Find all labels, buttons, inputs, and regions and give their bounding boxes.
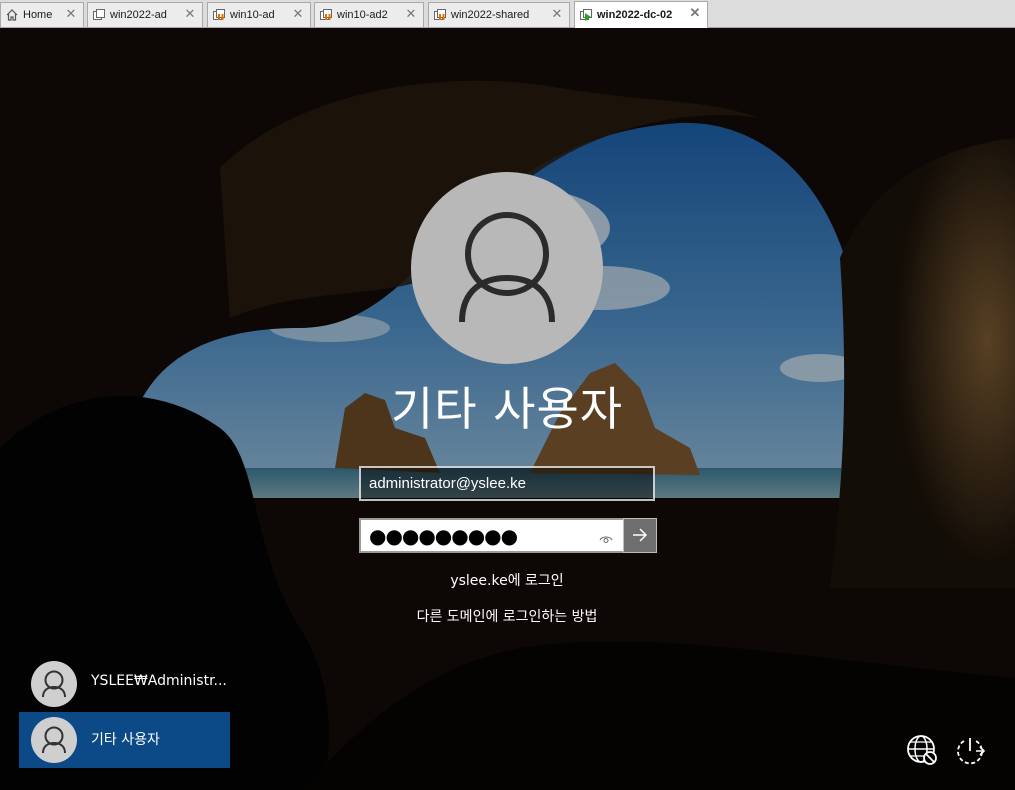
user-list-item-administrator[interactable]: YSLEE₩Administr... xyxy=(19,656,230,712)
tab-win2022-dc-02[interactable]: win2022-dc-02 ✕ xyxy=(574,1,708,28)
username-field[interactable]: administrator@yslee.ke xyxy=(359,466,655,501)
vm-running-icon xyxy=(579,8,593,22)
vm-paused-icon xyxy=(212,8,226,22)
network-disconnected-icon[interactable] xyxy=(906,734,938,766)
login-screen: 기타 사용자 administrator@yslee.ke ●●●●●●●●● … xyxy=(0,28,1015,790)
avatar xyxy=(31,661,77,707)
tab-win2022-ad[interactable]: win2022-ad ✕ xyxy=(87,2,203,27)
vm-icon xyxy=(92,8,106,22)
avatar xyxy=(31,717,77,763)
user-list-name: YSLEE₩Administr... xyxy=(91,673,227,689)
other-domain-link[interactable]: 다른 도메인에 로그인하는 방법 xyxy=(300,606,714,626)
submit-button[interactable] xyxy=(623,518,657,553)
power-icon[interactable] xyxy=(954,734,986,766)
close-icon[interactable]: ✕ xyxy=(184,7,196,20)
user-display-name: 기타 사용자 xyxy=(390,382,624,436)
close-icon[interactable]: ✕ xyxy=(292,7,304,20)
tab-win2022-shared[interactable]: win2022-shared ✕ xyxy=(428,2,570,27)
close-icon[interactable]: ✕ xyxy=(689,6,701,19)
user-avatar-large xyxy=(411,172,603,364)
eye-icon[interactable] xyxy=(599,530,613,543)
person-icon xyxy=(42,726,66,754)
close-icon[interactable]: ✕ xyxy=(405,7,417,20)
password-value: ●●●●●●●●● xyxy=(369,524,518,548)
person-icon xyxy=(42,670,66,698)
user-list-item-other-user[interactable]: 기타 사용자 xyxy=(19,712,230,768)
arrow-right-icon xyxy=(633,528,648,542)
tab-strip: Home ✕ win2022-ad ✕ win10-ad ✕ win10-ad2… xyxy=(0,0,1015,28)
tab-win10-ad[interactable]: win10-ad ✕ xyxy=(207,2,311,27)
tab-home[interactable]: Home ✕ xyxy=(0,2,84,27)
close-icon[interactable]: ✕ xyxy=(551,7,563,20)
close-icon[interactable]: ✕ xyxy=(65,7,77,20)
password-field[interactable]: ●●●●●●●●● xyxy=(359,518,657,553)
home-icon xyxy=(5,8,19,22)
user-list-name: 기타 사용자 xyxy=(91,732,160,748)
tab-win10-ad2[interactable]: win10-ad2 ✕ xyxy=(314,2,424,27)
vm-paused-icon xyxy=(319,8,333,22)
sign-in-domain-text: yslee.ke에 로그인 xyxy=(450,573,564,589)
person-icon xyxy=(459,212,555,323)
vm-paused-icon xyxy=(433,8,447,22)
